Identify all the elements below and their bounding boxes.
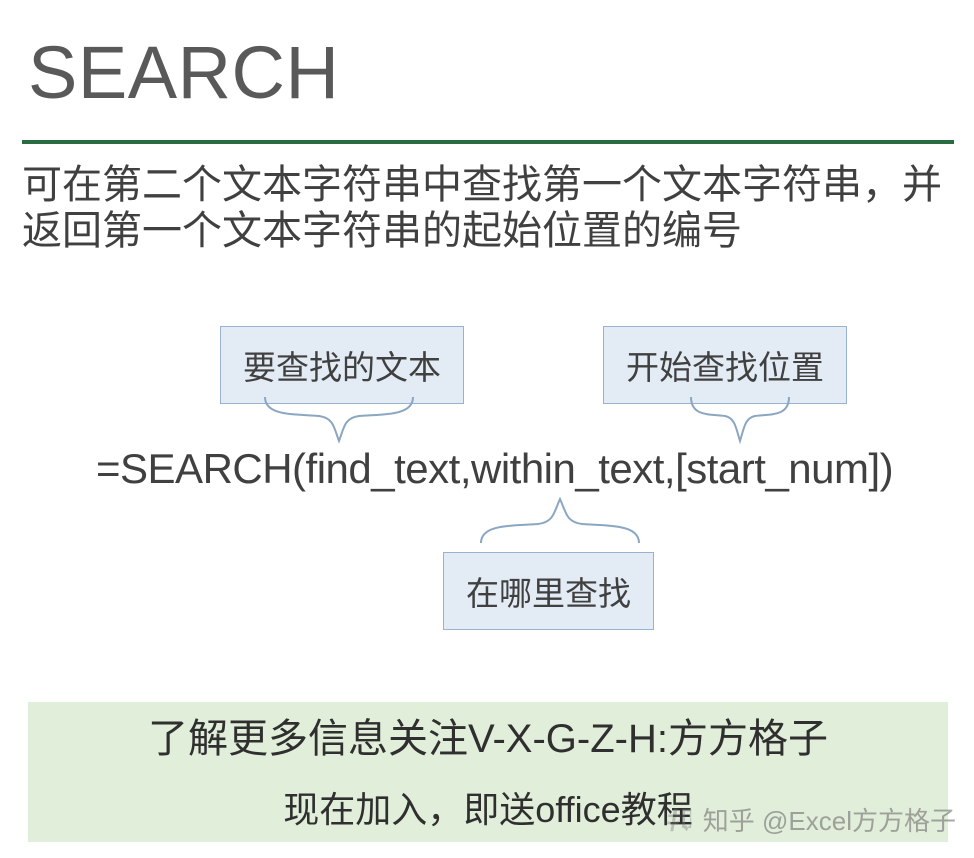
footer-line-1: 了解更多信息关注V-X-G-Z-H:方方格子 xyxy=(29,715,947,763)
label-start-num: 开始查找位置 xyxy=(603,326,847,404)
function-description: 可在第二个文本字符串中查找第一个文本字符串，并返回第一个文本字符串的起始位置的编… xyxy=(22,162,952,255)
watermark-text: 知乎 @Excel方方格子 xyxy=(703,801,956,838)
label-within-text: 在哪里查找 xyxy=(443,552,654,630)
brace-within-text-icon xyxy=(480,498,640,544)
zhihu-icon xyxy=(663,804,695,836)
label-find-text: 要查找的文本 xyxy=(220,326,464,404)
brace-find-text-icon xyxy=(264,396,414,442)
page-title: SEARCH xyxy=(28,30,339,115)
watermark: 知乎 @Excel方方格子 xyxy=(663,801,956,838)
formula-diagram: 要查找的文本 开始查找位置 =SEARCH(find_text,within_t… xyxy=(0,320,974,650)
title-underline xyxy=(22,140,954,144)
brace-start-num-icon xyxy=(690,396,790,442)
slide: SEARCH 可在第二个文本字符串中查找第一个文本字符串，并返回第一个文本字符串… xyxy=(0,0,974,858)
formula-text: =SEARCH(find_text,within_text,[start_num… xyxy=(96,445,893,493)
